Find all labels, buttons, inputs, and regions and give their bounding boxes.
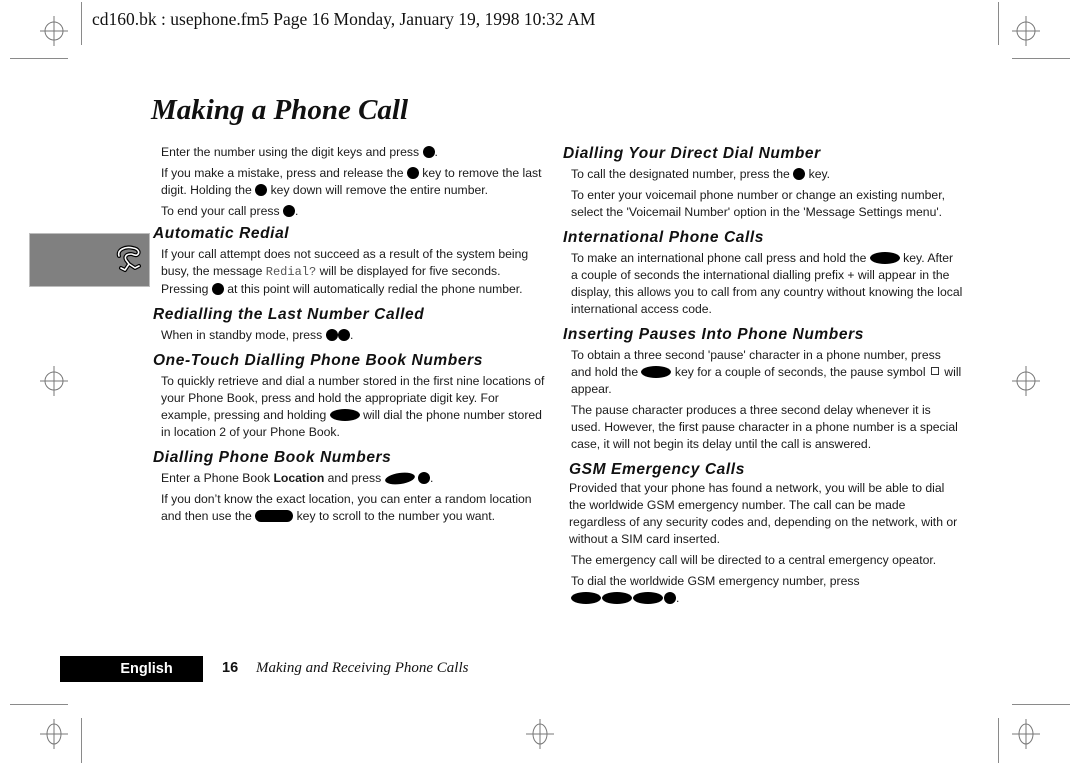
body-paragraph: Provided that your phone has found a net… <box>569 481 958 546</box>
section-heading: One-Touch Dialling Phone Book Numbers <box>153 352 483 369</box>
send-key-icon <box>417 472 430 484</box>
section-heading: International Phone Calls <box>563 229 765 246</box>
send-key-icon <box>338 329 351 341</box>
body-paragraph: To enter your voicemail phone number or … <box>571 188 945 219</box>
crop-mark-top-left-vertical <box>81 2 82 45</box>
end-key-icon <box>282 205 295 217</box>
hash-key-icon <box>383 470 416 487</box>
send-key-icon <box>422 146 435 158</box>
crop-mark-top-right-horizontal <box>1012 58 1070 59</box>
pause-symbol-icon <box>930 367 939 375</box>
digit-2-key-icon <box>633 592 663 604</box>
print-header: cd160.bk : usephone.fm5 Page 16 Monday, … <box>92 9 596 29</box>
intro-paragraph: To end your call press . <box>161 204 299 218</box>
body-paragraph: If your call attempt does not succeed as… <box>161 247 529 296</box>
language-tab: English <box>60 656 203 682</box>
intro-paragraph: If you make a mistake, press and release… <box>161 166 542 197</box>
body-paragraph: To call the designated number, press the… <box>571 167 831 181</box>
body-paragraph: If you don’t know the exact location, yo… <box>161 492 532 523</box>
crop-mark-bottom-left-vertical <box>81 718 82 763</box>
digit-2-key-icon <box>329 409 360 421</box>
registration-mark-icon <box>1012 16 1040 46</box>
section-heading: Redialling the Last Number Called <box>153 306 425 323</box>
body-paragraph: The emergency call will be directed to a… <box>571 553 937 567</box>
registration-mark-icon <box>526 719 554 749</box>
crop-mark-top-left-horizontal <box>10 58 68 59</box>
section-tab <box>29 233 150 287</box>
body-paragraph: When in standby mode, press . <box>161 328 354 342</box>
page-number: 16 <box>222 660 239 676</box>
send-key-icon <box>325 329 338 341</box>
page-title: Making a Phone Call <box>151 94 409 126</box>
body-paragraph: To make an international phone call pres… <box>571 251 963 316</box>
scroll-key-icon <box>255 510 294 522</box>
body-paragraph: The pause character produces a three sec… <box>571 403 958 451</box>
crop-mark-bottom-right-horizontal <box>1012 704 1070 705</box>
body-paragraph: To quickly retrieve and dial a number st… <box>161 374 545 439</box>
zero-key-icon <box>869 252 900 264</box>
clear-key-icon <box>406 167 419 179</box>
registration-mark-icon <box>40 719 68 749</box>
star-key-icon <box>641 366 672 378</box>
body-paragraph: Enter a Phone Book Location and press . <box>161 470 434 487</box>
registration-mark-icon <box>1012 366 1040 396</box>
intro-paragraph: Enter the number using the digit keys an… <box>161 145 438 159</box>
section-heading: GSM Emergency Calls <box>569 461 745 478</box>
section-heading: Dialling Phone Book Numbers <box>153 449 392 466</box>
right-column: Dialling Your Direct Dial Number To call… <box>563 144 963 607</box>
left-column: Enter the number using the digit keys an… <box>153 144 548 525</box>
display-message: Redial? <box>265 265 317 279</box>
registration-mark-icon <box>1012 719 1040 749</box>
chapter-title: Making and Receiving Phone Calls <box>256 660 469 676</box>
registration-mark-icon <box>40 366 68 396</box>
crop-mark-bottom-left-horizontal <box>10 704 68 705</box>
section-heading: Automatic Redial <box>153 225 290 242</box>
crop-mark-top-right-vertical <box>998 2 999 45</box>
direct-dial-key-icon <box>793 168 806 180</box>
clear-key-icon <box>255 184 268 196</box>
digit-1-key-icon <box>571 592 601 604</box>
body-paragraph: To obtain a three second 'pause' charact… <box>571 348 962 396</box>
registration-mark-icon <box>40 16 68 46</box>
body-paragraph: To dial the worldwide GSM emergency numb… <box>571 574 860 605</box>
send-key-icon <box>664 592 676 604</box>
section-heading: Dialling Your Direct Dial Number <box>563 145 821 162</box>
telephone-handset-icon <box>116 245 141 272</box>
crop-mark-bottom-right-vertical <box>998 718 999 763</box>
send-key-icon <box>211 283 224 295</box>
section-heading: Inserting Pauses Into Phone Numbers <box>563 326 864 343</box>
digit-1-key-icon <box>602 592 632 604</box>
